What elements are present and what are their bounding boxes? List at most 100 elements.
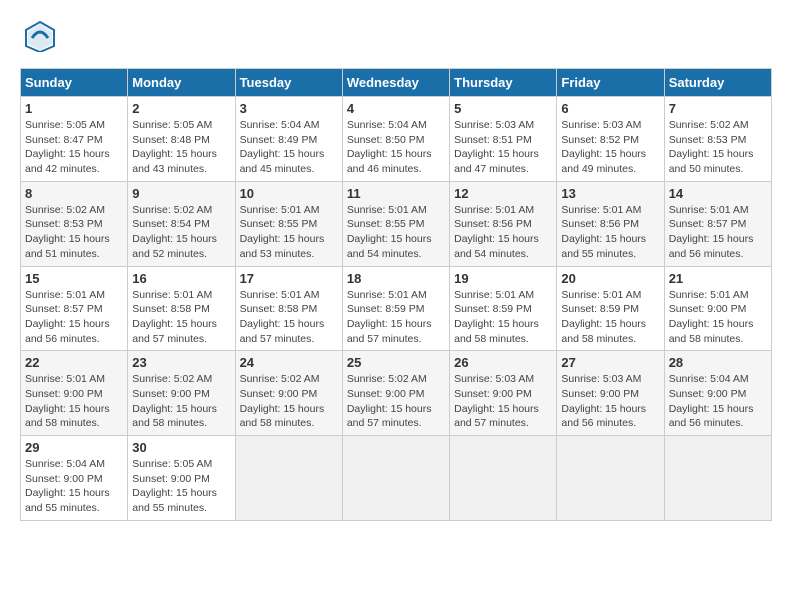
logo-icon [24, 20, 56, 52]
calendar-cell: 8 Sunrise: 5:02 AMSunset: 8:53 PMDaylight… [21, 181, 128, 266]
day-info: Sunrise: 5:03 AMSunset: 9:00 PMDaylight:… [454, 372, 552, 431]
calendar-cell [235, 436, 342, 521]
calendar-cell: 27 Sunrise: 5:03 AMSunset: 9:00 PMDayligh… [557, 351, 664, 436]
calendar-cell [342, 436, 449, 521]
calendar-cell [450, 436, 557, 521]
day-number: 7 [669, 101, 767, 116]
day-number: 29 [25, 440, 123, 455]
calendar-cell: 28 Sunrise: 5:04 AMSunset: 9:00 PMDayligh… [664, 351, 771, 436]
header-thursday: Thursday [450, 69, 557, 97]
day-number: 21 [669, 271, 767, 286]
day-info: Sunrise: 5:02 AMSunset: 9:00 PMDaylight:… [132, 372, 230, 431]
calendar-week-1: 1Sunrise: 5:05 AMSunset: 8:47 PMDaylight… [21, 97, 772, 182]
day-number: 3 [240, 101, 338, 116]
day-number: 9 [132, 186, 230, 201]
day-number: 13 [561, 186, 659, 201]
calendar-cell: 1Sunrise: 5:05 AMSunset: 8:47 PMDaylight… [21, 97, 128, 182]
day-info: Sunrise: 5:01 AMSunset: 8:56 PMDaylight:… [454, 203, 552, 262]
calendar-cell: 18 Sunrise: 5:01 AMSunset: 8:59 PMDayligh… [342, 266, 449, 351]
calendar-cell: 21Sunrise: 5:01 AMSunset: 9:00 PMDayligh… [664, 266, 771, 351]
calendar-cell: 24 Sunrise: 5:02 AMSunset: 9:00 PMDayligh… [235, 351, 342, 436]
calendar-week-2: 8 Sunrise: 5:02 AMSunset: 8:53 PMDaylight… [21, 181, 772, 266]
day-number: 26 [454, 355, 552, 370]
day-number: 1 [25, 101, 123, 116]
day-info: Sunrise: 5:01 AMSunset: 9:00 PMDaylight:… [25, 372, 123, 431]
calendar-cell: 15Sunrise: 5:01 AMSunset: 8:57 PMDayligh… [21, 266, 128, 351]
day-info: Sunrise: 5:01 AMSunset: 8:56 PMDaylight:… [561, 203, 659, 262]
calendar-cell: 25 Sunrise: 5:02 AMSunset: 9:00 PMDayligh… [342, 351, 449, 436]
day-number: 8 [25, 186, 123, 201]
calendar-week-3: 15Sunrise: 5:01 AMSunset: 8:57 PMDayligh… [21, 266, 772, 351]
header-tuesday: Tuesday [235, 69, 342, 97]
day-number: 25 [347, 355, 445, 370]
day-info: Sunrise: 5:01 AMSunset: 8:58 PMDaylight:… [132, 288, 230, 347]
logo [20, 20, 56, 58]
day-info: Sunrise: 5:01 AMSunset: 8:57 PMDaylight:… [669, 203, 767, 262]
calendar-cell: 3 Sunrise: 5:04 AMSunset: 8:49 PMDaylight… [235, 97, 342, 182]
day-info: Sunrise: 5:03 AMSunset: 8:51 PMDaylight:… [454, 118, 552, 177]
calendar-cell: 17 Sunrise: 5:01 AMSunset: 8:58 PMDayligh… [235, 266, 342, 351]
header-friday: Friday [557, 69, 664, 97]
day-info: Sunrise: 5:02 AMSunset: 9:00 PMDaylight:… [347, 372, 445, 431]
calendar-cell: 16 Sunrise: 5:01 AMSunset: 8:58 PMDayligh… [128, 266, 235, 351]
day-info: Sunrise: 5:02 AMSunset: 9:00 PMDaylight:… [240, 372, 338, 431]
day-number: 17 [240, 271, 338, 286]
calendar-cell: 29 Sunrise: 5:04 AMSunset: 9:00 PMDayligh… [21, 436, 128, 521]
calendar-cell: 23 Sunrise: 5:02 AMSunset: 9:00 PMDayligh… [128, 351, 235, 436]
day-number: 16 [132, 271, 230, 286]
day-number: 19 [454, 271, 552, 286]
header-sunday: Sunday [21, 69, 128, 97]
day-info: Sunrise: 5:01 AMSunset: 8:59 PMDaylight:… [454, 288, 552, 347]
calendar-cell: 30Sunrise: 5:05 AMSunset: 9:00 PMDayligh… [128, 436, 235, 521]
day-info: Sunrise: 5:02 AMSunset: 8:53 PMDaylight:… [669, 118, 767, 177]
calendar-cell: 12Sunrise: 5:01 AMSunset: 8:56 PMDayligh… [450, 181, 557, 266]
day-info: Sunrise: 5:02 AMSunset: 8:54 PMDaylight:… [132, 203, 230, 262]
calendar-header-row: SundayMondayTuesdayWednesdayThursdayFrid… [21, 69, 772, 97]
day-info: Sunrise: 5:01 AMSunset: 8:57 PMDaylight:… [25, 288, 123, 347]
day-number: 4 [347, 101, 445, 116]
day-info: Sunrise: 5:01 AMSunset: 8:58 PMDaylight:… [240, 288, 338, 347]
day-info: Sunrise: 5:03 AMSunset: 8:52 PMDaylight:… [561, 118, 659, 177]
day-number: 27 [561, 355, 659, 370]
day-number: 28 [669, 355, 767, 370]
calendar-cell: 14Sunrise: 5:01 AMSunset: 8:57 PMDayligh… [664, 181, 771, 266]
calendar-cell: 13 Sunrise: 5:01 AMSunset: 8:56 PMDayligh… [557, 181, 664, 266]
calendar-cell: 11Sunrise: 5:01 AMSunset: 8:55 PMDayligh… [342, 181, 449, 266]
day-number: 18 [347, 271, 445, 286]
calendar-cell [557, 436, 664, 521]
calendar-cell: 6Sunrise: 5:03 AMSunset: 8:52 PMDaylight… [557, 97, 664, 182]
day-number: 24 [240, 355, 338, 370]
calendar-week-5: 29 Sunrise: 5:04 AMSunset: 9:00 PMDayligh… [21, 436, 772, 521]
day-info: Sunrise: 5:01 AMSunset: 8:59 PMDaylight:… [347, 288, 445, 347]
day-number: 20 [561, 271, 659, 286]
day-info: Sunrise: 5:05 AMSunset: 8:48 PMDaylight:… [132, 118, 230, 177]
calendar-cell [664, 436, 771, 521]
calendar-cell: 10 Sunrise: 5:01 AMSunset: 8:55 PMDayligh… [235, 181, 342, 266]
header-wednesday: Wednesday [342, 69, 449, 97]
calendar-cell: 9 Sunrise: 5:02 AMSunset: 8:54 PMDaylight… [128, 181, 235, 266]
calendar-cell: 2 Sunrise: 5:05 AMSunset: 8:48 PMDaylight… [128, 97, 235, 182]
day-number: 2 [132, 101, 230, 116]
day-info: Sunrise: 5:01 AMSunset: 8:55 PMDaylight:… [240, 203, 338, 262]
day-info: Sunrise: 5:03 AMSunset: 9:00 PMDaylight:… [561, 372, 659, 431]
day-number: 5 [454, 101, 552, 116]
calendar-cell: 7 Sunrise: 5:02 AMSunset: 8:53 PMDaylight… [664, 97, 771, 182]
calendar-cell: 19 Sunrise: 5:01 AMSunset: 8:59 PMDayligh… [450, 266, 557, 351]
day-info: Sunrise: 5:04 AMSunset: 9:00 PMDaylight:… [669, 372, 767, 431]
calendar-cell: 4 Sunrise: 5:04 AMSunset: 8:50 PMDaylight… [342, 97, 449, 182]
day-info: Sunrise: 5:01 AMSunset: 8:59 PMDaylight:… [561, 288, 659, 347]
day-info: Sunrise: 5:04 AMSunset: 8:50 PMDaylight:… [347, 118, 445, 177]
day-info: Sunrise: 5:04 AMSunset: 8:49 PMDaylight:… [240, 118, 338, 177]
day-number: 10 [240, 186, 338, 201]
day-info: Sunrise: 5:04 AMSunset: 9:00 PMDaylight:… [25, 457, 123, 516]
header-monday: Monday [128, 69, 235, 97]
header-saturday: Saturday [664, 69, 771, 97]
day-info: Sunrise: 5:02 AMSunset: 8:53 PMDaylight:… [25, 203, 123, 262]
day-number: 23 [132, 355, 230, 370]
page-header [20, 20, 772, 58]
calendar-week-4: 22 Sunrise: 5:01 AMSunset: 9:00 PMDayligh… [21, 351, 772, 436]
calendar-cell: 5 Sunrise: 5:03 AMSunset: 8:51 PMDaylight… [450, 97, 557, 182]
calendar-cell: 22 Sunrise: 5:01 AMSunset: 9:00 PMDayligh… [21, 351, 128, 436]
day-number: 22 [25, 355, 123, 370]
calendar-table: SundayMondayTuesdayWednesdayThursdayFrid… [20, 68, 772, 521]
